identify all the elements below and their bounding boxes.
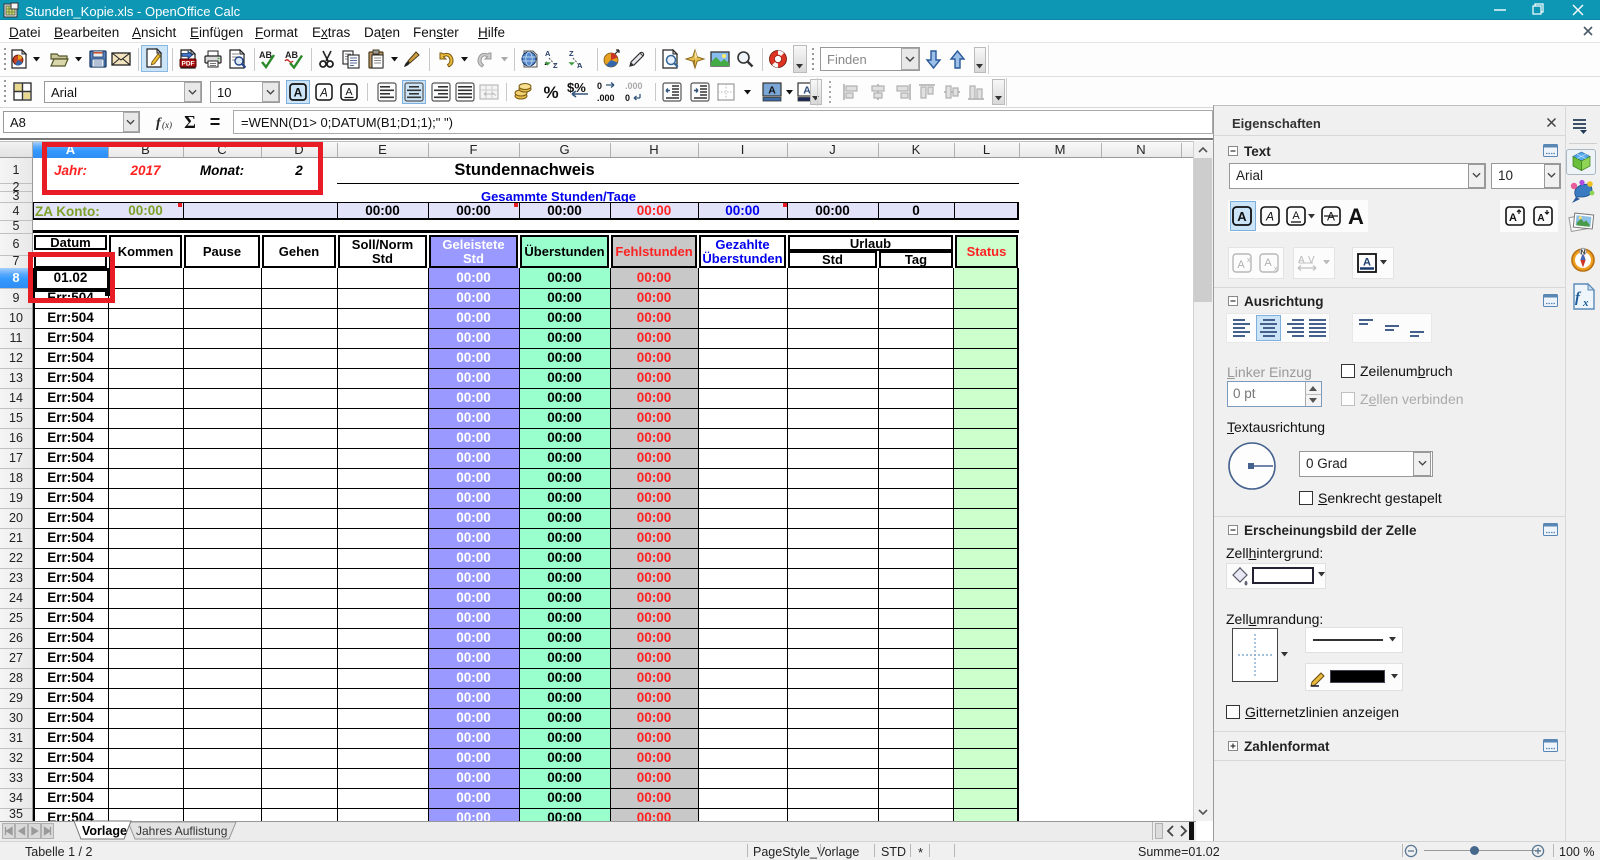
svg-text:PDF: PDF — [182, 61, 195, 68]
svg-text:V: V — [1308, 255, 1315, 266]
svg-text:A: A — [545, 49, 551, 58]
svg-text:A: A — [345, 86, 352, 98]
svg-text:(x): (x) — [162, 120, 172, 130]
svg-text:A: A — [1537, 213, 1544, 224]
svg-text:0: 0 — [597, 81, 602, 91]
svg-text:AB: AB — [285, 50, 298, 60]
svg-text:.000: .000 — [625, 81, 643, 91]
svg-text:x: x — [1582, 297, 1589, 309]
svg-text:x: x — [1274, 266, 1278, 273]
svg-text:A: A — [1292, 210, 1300, 222]
svg-text:A: A — [1363, 257, 1371, 269]
svg-text:A: A — [1298, 255, 1305, 266]
svg-text:A: A — [1509, 212, 1517, 224]
svg-text:Z: Z — [553, 61, 558, 70]
svg-text:A: A — [1264, 257, 1272, 269]
svg-text:Z: Z — [569, 49, 574, 58]
svg-text:.000: .000 — [597, 93, 615, 103]
svg-text:=: = — [210, 112, 221, 132]
svg-text:$%: $% — [567, 80, 586, 95]
svg-text:Σ: Σ — [184, 112, 196, 132]
svg-text:A: A — [768, 85, 776, 97]
svg-text:A: A — [1348, 204, 1364, 229]
svg-text:A: A — [1237, 209, 1247, 224]
svg-text:A: A — [577, 61, 583, 70]
svg-text:A: A — [319, 88, 328, 100]
svg-text:A: A — [294, 86, 303, 100]
svg-text:0: 0 — [625, 93, 630, 103]
svg-text:%: % — [543, 83, 558, 102]
svg-text:A: A — [1237, 259, 1245, 271]
svg-text:N: N — [1581, 249, 1586, 256]
svg-text:x: x — [1247, 257, 1251, 264]
svg-text:A: A — [1265, 210, 1274, 224]
